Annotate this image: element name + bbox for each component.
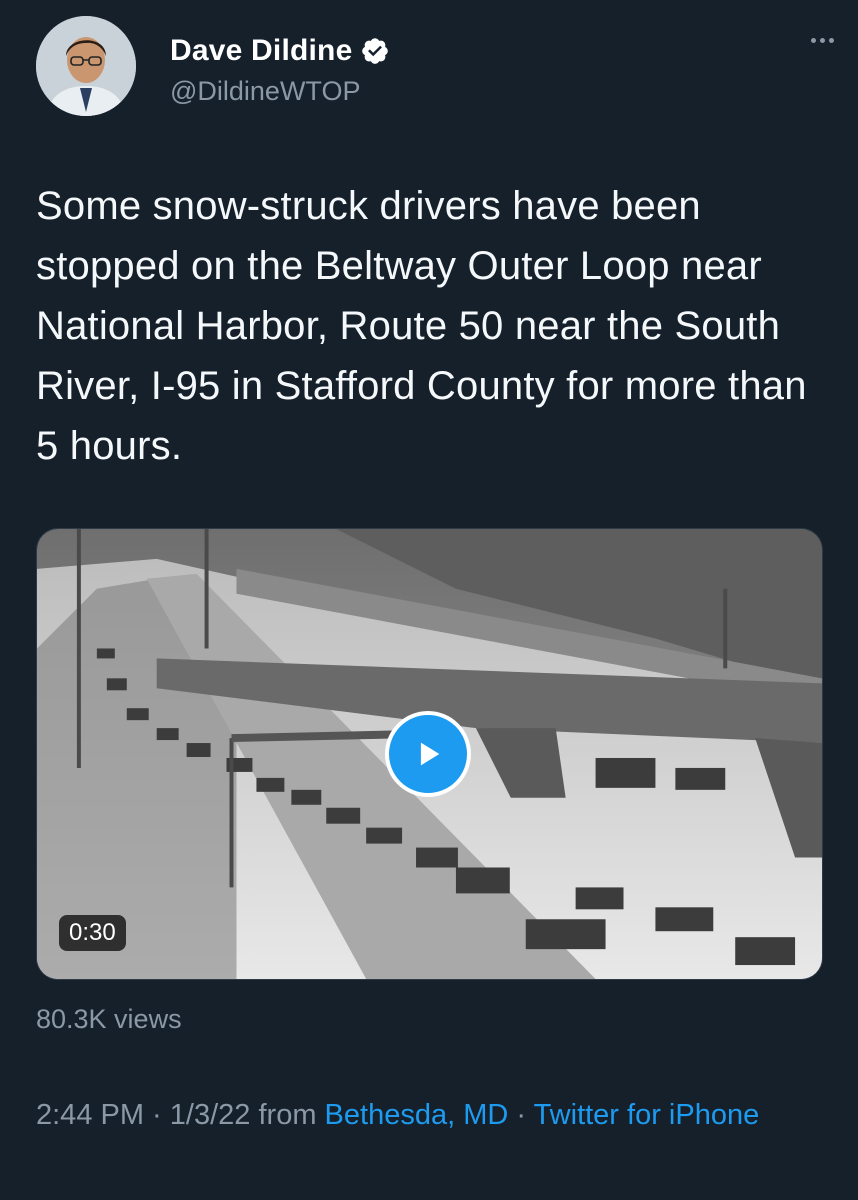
author-display-name[interactable]: Dave Dildine (170, 34, 352, 68)
view-count: 80.3K views (36, 1004, 182, 1034)
from-label: from (250, 1099, 325, 1131)
tweet-text: Some snow-struck drivers have been stopp… (36, 184, 807, 468)
tweet-header: Dave Dildine @DildineWTOP (36, 16, 836, 128)
meta-separator: · (508, 1099, 534, 1131)
meta-separator: · (144, 1099, 170, 1131)
avatar[interactable] (36, 16, 136, 116)
play-icon (420, 742, 440, 766)
verified-badge-icon (360, 36, 390, 66)
avatar-image (36, 16, 136, 116)
location-link[interactable]: Bethesda, MD (325, 1099, 509, 1131)
tweet-meta: 2:44 PM · 1/3/22 from Bethesda, MD · Twi… (36, 1092, 816, 1138)
more-options-icon[interactable] (811, 38, 834, 43)
client-link[interactable]: Twitter for iPhone (534, 1099, 760, 1131)
author-handle[interactable]: @DildineWTOP (170, 76, 360, 107)
video-duration-badge: 0:30 (59, 915, 126, 951)
tweet-date[interactable]: 1/3/22 (170, 1099, 251, 1131)
play-button[interactable] (385, 711, 471, 797)
video-player[interactable]: 0:30 (36, 528, 823, 980)
name-row: Dave Dildine (170, 34, 390, 68)
tweet-time[interactable]: 2:44 PM (36, 1099, 144, 1131)
